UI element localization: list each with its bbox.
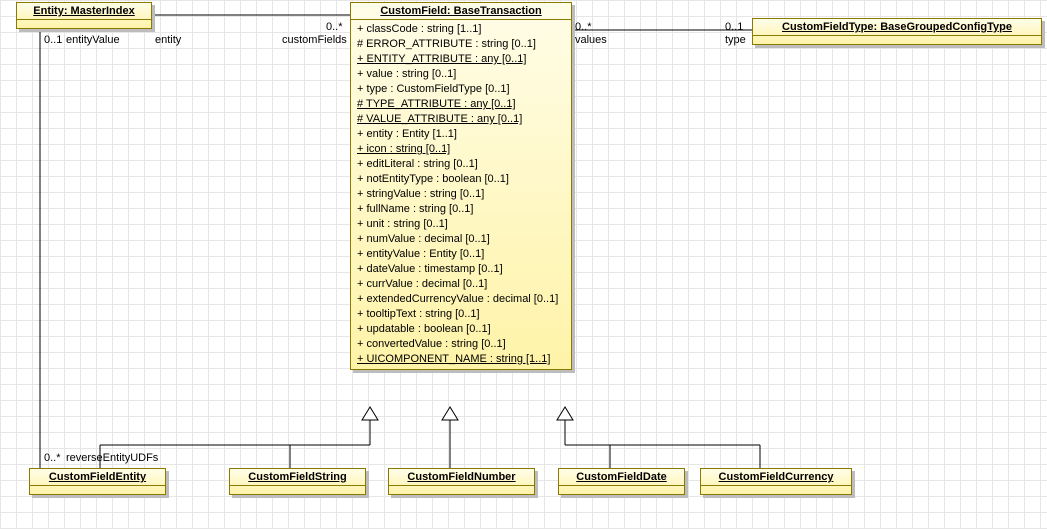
class-title: CustomField: BaseTransaction [351,3,571,20]
attribute-row: + convertedValue : string [0..1] [357,337,565,352]
attribute-row: + entityValue : Entity [0..1] [357,247,565,262]
class-title: CustomFieldType: BaseGroupedConfigType [753,19,1041,36]
multiplicity-label: 0..1 [725,21,743,33]
class-customfieldtype[interactable]: CustomFieldType: BaseGroupedConfigType [752,18,1042,45]
role-label: customFields [282,34,347,46]
attribute-row: + tooltipText : string [0..1] [357,307,565,322]
attribute-row: + type : CustomFieldType [0..1] [357,82,565,97]
class-body-empty [753,36,1041,44]
multiplicity-label: 0..1 [44,34,62,46]
role-label: reverseEntityUDFs [66,452,158,464]
class-title: Entity: MasterIndex [17,3,151,20]
attribute-row: + notEntityType : boolean [0..1] [357,172,565,187]
multiplicity-label: 0..* [326,21,343,33]
class-customfielddate[interactable]: CustomFieldDate [558,468,685,495]
attribute-row: + updatable : boolean [0..1] [357,322,565,337]
class-customfield[interactable]: CustomField: BaseTransaction + classCode… [350,2,572,370]
attribute-row: + numValue : decimal [0..1] [357,232,565,247]
class-title: CustomFieldEntity [30,469,165,486]
class-customfieldnumber[interactable]: CustomFieldNumber [388,468,535,495]
role-label: values [575,34,607,46]
class-title: CustomFieldNumber [389,469,534,486]
attribute-row: # TYPE_ATTRIBUTE : any [0..1] [357,97,565,112]
class-entity-masterindex[interactable]: Entity: MasterIndex [16,2,152,29]
class-body-empty [17,20,151,28]
attribute-row: + editLiteral : string [0..1] [357,157,565,172]
attribute-row: + value : string [0..1] [357,67,565,82]
multiplicity-label: 0..* [44,452,61,464]
attribute-row: + classCode : string [1..1] [357,22,565,37]
attribute-row: + ENTITY_ATTRIBUTE : any [0..1] [357,52,565,67]
class-customfieldstring[interactable]: CustomFieldString [229,468,366,495]
attribute-row: + currValue : decimal [0..1] [357,277,565,292]
role-label: entity [155,34,181,46]
attribute-row: + icon : string [0..1] [357,142,565,157]
attribute-row: # ERROR_ATTRIBUTE : string [0..1] [357,37,565,52]
class-customfieldcurrency[interactable]: CustomFieldCurrency [700,468,852,495]
attribute-row: + entity : Entity [1..1] [357,127,565,142]
class-title: CustomFieldString [230,469,365,486]
attribute-row: + extendedCurrencyValue : decimal [0..1] [357,292,565,307]
role-label: entityValue [66,34,120,46]
class-customfieldentity[interactable]: CustomFieldEntity [29,468,166,495]
attribute-row: + UICOMPONENT_NAME : string [1..1] [357,352,565,367]
attribute-row: + stringValue : string [0..1] [357,187,565,202]
attribute-row: + unit : string [0..1] [357,217,565,232]
class-attributes: + classCode : string [1..1]# ERROR_ATTRI… [351,20,571,369]
class-title: CustomFieldCurrency [701,469,851,486]
attribute-row: # VALUE_ATTRIBUTE : any [0..1] [357,112,565,127]
role-label: type [725,34,746,46]
attribute-row: + dateValue : timestamp [0..1] [357,262,565,277]
class-title: CustomFieldDate [559,469,684,486]
multiplicity-label: 0..* [575,21,592,33]
attribute-row: + fullName : string [0..1] [357,202,565,217]
